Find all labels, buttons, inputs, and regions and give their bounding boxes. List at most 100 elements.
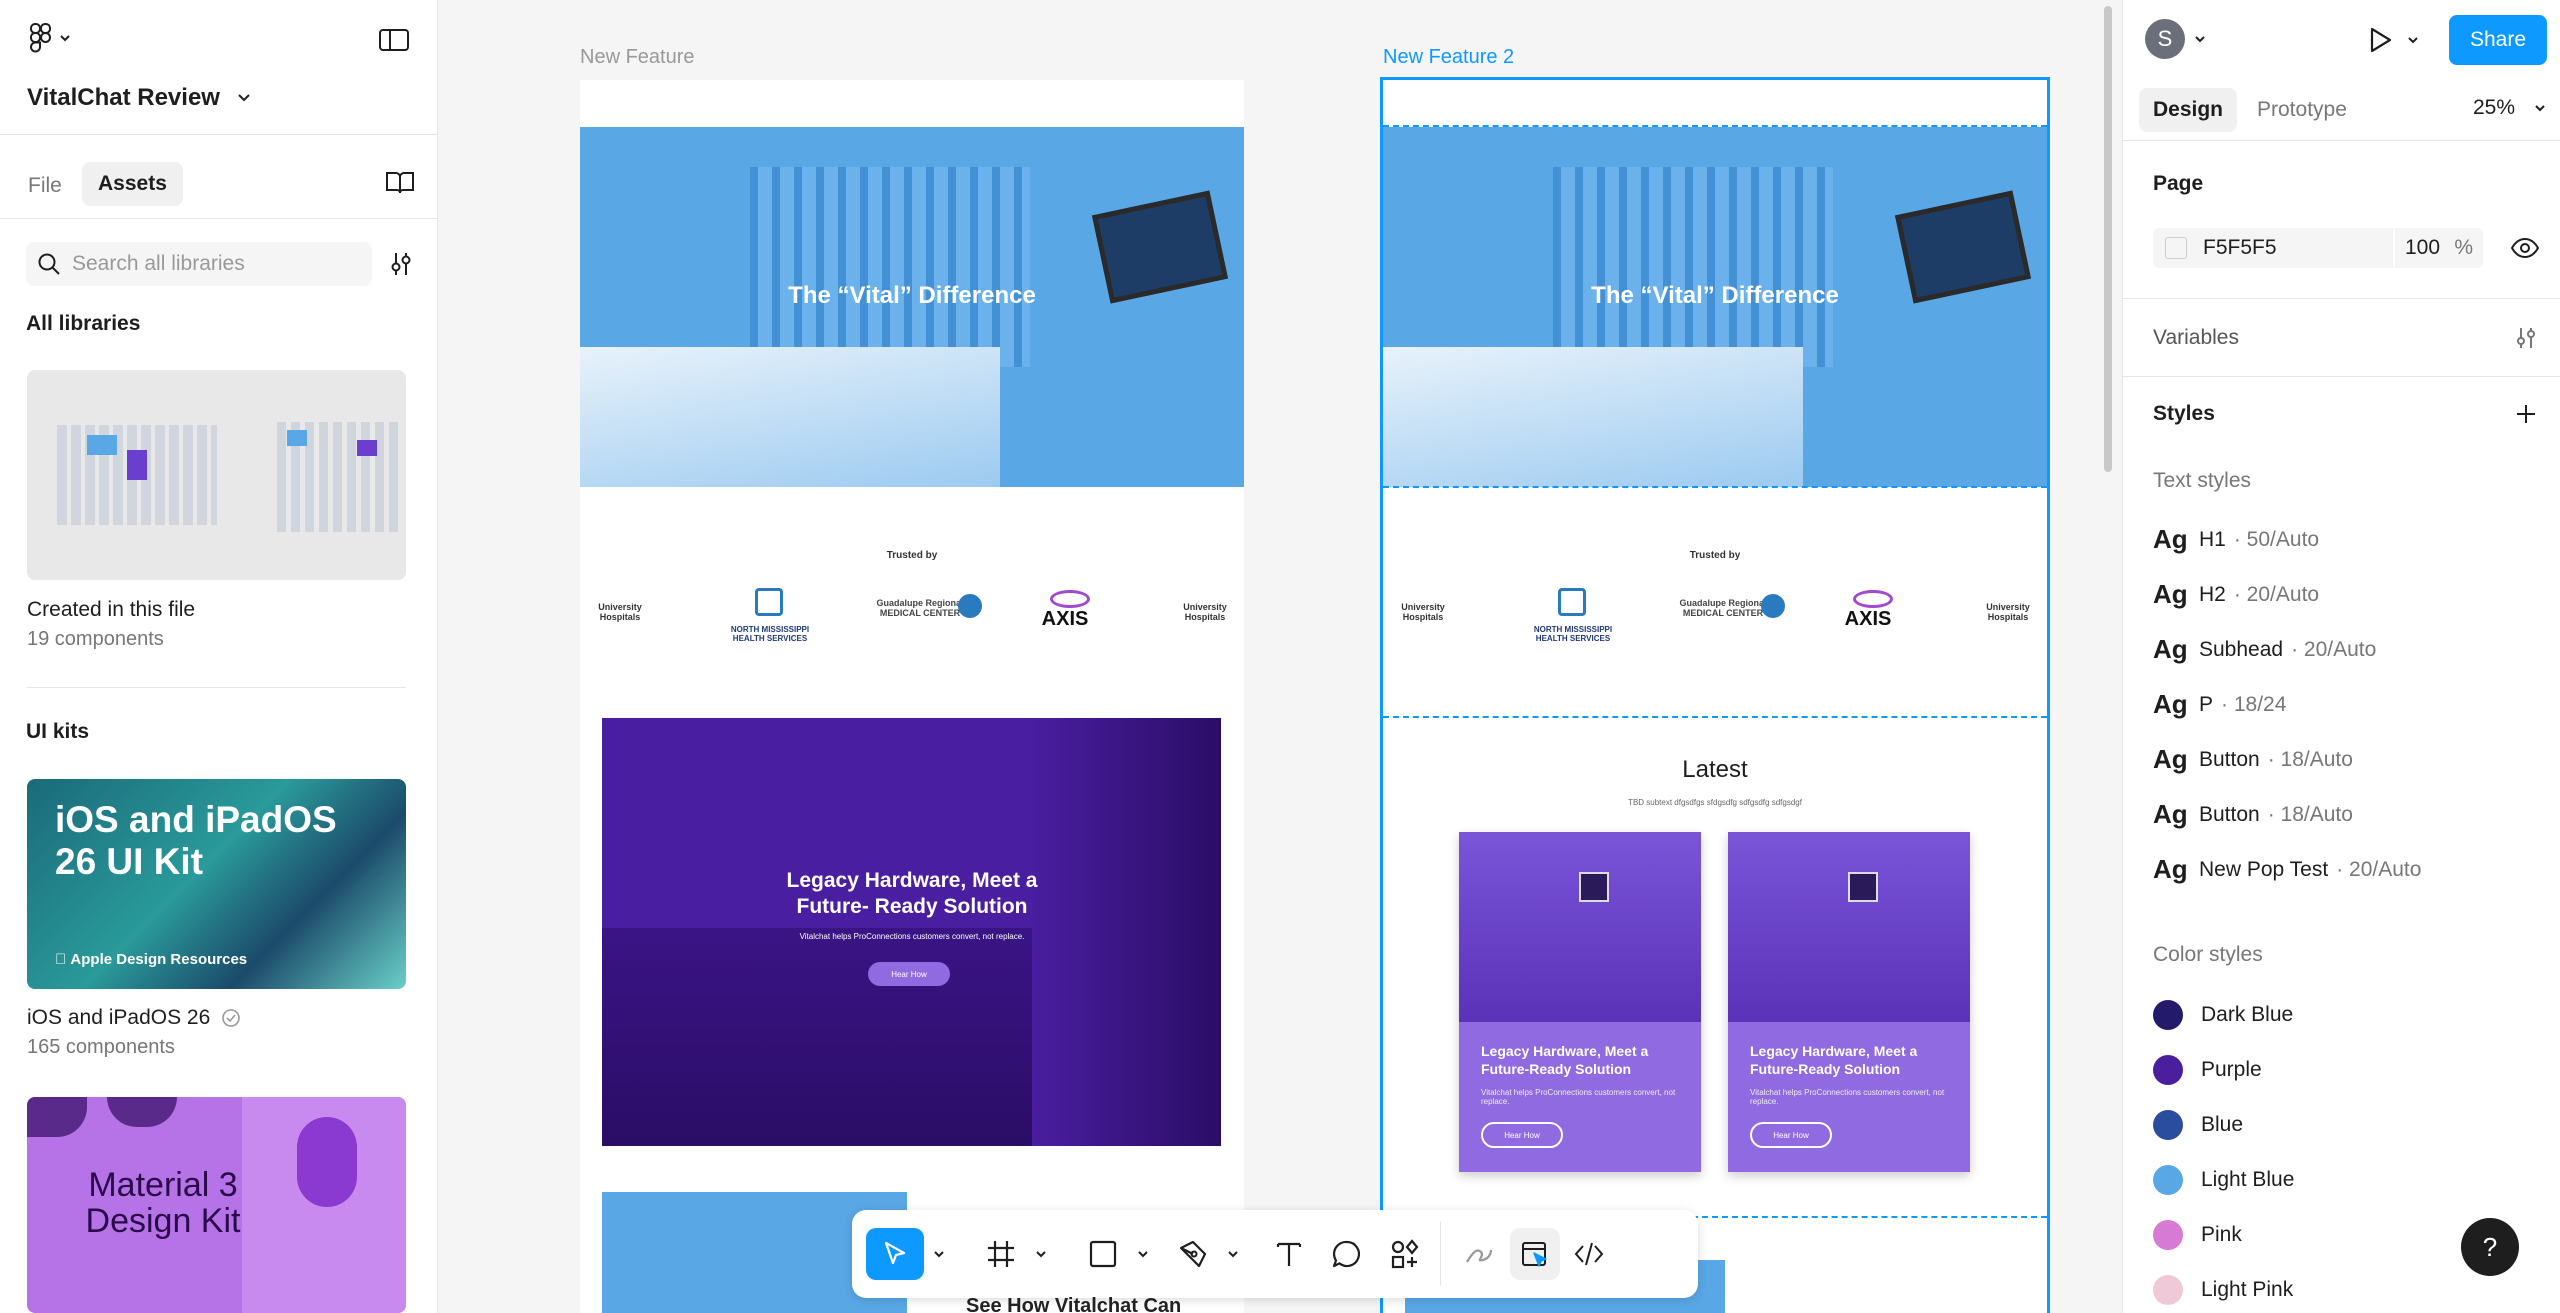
variables-settings-icon[interactable]: [2509, 322, 2543, 354]
color-style-blue[interactable]: Blue: [2153, 1110, 2243, 1140]
text-style-h2[interactable]: Ag H2 · 20/Auto: [2153, 579, 2319, 610]
card-2-title: Legacy Hardware, Meet a Future-Ready Sol…: [1750, 1043, 1918, 1077]
tab-file[interactable]: File: [16, 166, 74, 206]
left-panel: VitalChat Review File Assets Search all …: [0, 0, 438, 1313]
legacy-title: Legacy Hardware, Meet a Future- Ready So…: [786, 869, 1038, 918]
chevron-down-icon: [238, 94, 250, 102]
frame-new-feature-2[interactable]: The “Vital” Difference Trusted by Univer…: [1380, 77, 2050, 1313]
text-style-ag: Ag: [2153, 744, 2188, 774]
tab-prototype[interactable]: Prototype: [2257, 98, 2347, 122]
figma-menu-icon[interactable]: [26, 22, 76, 54]
help-button[interactable]: ?: [2461, 1218, 2519, 1276]
text-styles-heading: Text styles: [2153, 469, 2252, 492]
chevron-down-icon: [2408, 37, 2418, 44]
text-tool-button[interactable]: [1264, 1228, 1314, 1280]
cross-badge-icon: [958, 594, 982, 618]
frame-new-feature[interactable]: The “Vital” Difference Trusted by Univer…: [580, 80, 1244, 1313]
book-icon[interactable]: [382, 166, 418, 198]
add-style-plus-icon[interactable]: [2509, 398, 2543, 430]
legacy-button[interactable]: Hear How: [868, 962, 950, 986]
infinity-icon-2: [1853, 590, 1893, 608]
logo-axis: AXIS: [1041, 608, 1089, 630]
latest-card-1[interactable]: Legacy Hardware, Meet a Future-Ready Sol…: [1459, 832, 1701, 1172]
pen-tool-chevron[interactable]: [1222, 1228, 1244, 1280]
text-style-new-pop-test[interactable]: Ag New Pop Test · 20/Auto: [2153, 854, 2421, 885]
logo-guadalupe: Guadalupe Regional MEDICAL CENTER: [876, 598, 964, 618]
color-style-light-blue[interactable]: Light Blue: [2153, 1165, 2294, 1195]
right-panel: S Share Design Prototype 25% Page F5F5F5…: [2122, 0, 2560, 1313]
text-style-p[interactable]: Ag P · 18/24: [2153, 689, 2286, 720]
logo-university-hospitals-2: University Hospitals: [1183, 602, 1227, 622]
shape-tool-button[interactable]: [1078, 1228, 1128, 1280]
logo-university-hospitals-2-f2: University Hospitals: [1986, 602, 2030, 622]
draw-mode-button[interactable]: [1454, 1228, 1504, 1280]
dev-mode-button[interactable]: [1564, 1228, 1614, 1280]
color-swatch: [2153, 1000, 2183, 1030]
material-kit-thumbnail[interactable]: Material 3 Design Kit: [27, 1097, 406, 1313]
frame-icon: [988, 1241, 1014, 1267]
frame-tool-chevron[interactable]: [1030, 1228, 1052, 1280]
page-opacity-field[interactable]: 100 %: [2395, 228, 2483, 268]
pen-icon: [1179, 1240, 1207, 1268]
text-style-ag: Ag: [2153, 689, 2188, 719]
actions-tool-button[interactable]: [1380, 1228, 1430, 1280]
chevron-down-icon: [2535, 105, 2545, 112]
present-button[interactable]: [2359, 20, 2399, 60]
frame-tool-button[interactable]: [976, 1228, 1026, 1280]
search-input[interactable]: Search all libraries: [26, 242, 372, 286]
color-swatch: [2153, 1275, 2183, 1305]
card-2-button[interactable]: Hear How: [1750, 1122, 1832, 1148]
design-mode-button[interactable]: [1510, 1228, 1560, 1280]
search-placeholder: Search all libraries: [72, 252, 245, 275]
shape-tool-chevron[interactable]: [1132, 1228, 1154, 1280]
vertical-scrollbar[interactable]: [2104, 6, 2112, 472]
frame-2-label[interactable]: New Feature 2: [1383, 46, 1514, 69]
see-how-text: See How Vitalchat Can: [966, 1295, 1182, 1313]
page-color-field[interactable]: F5F5F5: [2153, 228, 2393, 268]
visibility-eye-icon[interactable]: [2507, 232, 2543, 264]
logo-north-mississippi-f2: NORTH MISSISSIPPI HEALTH SERVICES: [1533, 625, 1613, 643]
user-avatar[interactable]: S: [2145, 19, 2207, 59]
text-style-h1[interactable]: Ag H1 · 50/Auto: [2153, 524, 2319, 555]
draw-icon: [1466, 1249, 1493, 1263]
latest-card-2[interactable]: Legacy Hardware, Meet a Future-Ready Sol…: [1728, 832, 1970, 1172]
present-options-chevron[interactable]: [2403, 28, 2423, 52]
infinity-icon: [1050, 590, 1090, 608]
text-style-button-2[interactable]: Ag Button · 18/Auto: [2153, 799, 2353, 830]
tab-assets[interactable]: Assets: [82, 162, 183, 206]
hero-section-2: The “Vital” Difference: [1383, 127, 2047, 487]
text-style-ag: Ag: [2153, 854, 2188, 884]
color-style-light-pink[interactable]: Light Pink: [2153, 1275, 2293, 1305]
created-library-thumbnail[interactable]: [27, 370, 406, 580]
file-name[interactable]: VitalChat Review: [27, 84, 252, 112]
color-style-dark-blue[interactable]: Dark Blue: [2153, 1000, 2293, 1030]
share-button[interactable]: Share: [2449, 15, 2547, 65]
rectangle-icon: [1089, 1240, 1117, 1268]
move-tool-chevron[interactable]: [928, 1228, 950, 1280]
card-1-button[interactable]: Hear How: [1481, 1122, 1563, 1148]
pen-tool-button[interactable]: [1168, 1228, 1218, 1280]
ios-kit-thumbnail[interactable]: iOS and iPadOS 26 UI Kit  Apple Design …: [27, 779, 406, 989]
zoom-control[interactable]: 25%: [2473, 96, 2547, 120]
text-style-subhead[interactable]: Ag Subhead · 20/Auto: [2153, 634, 2376, 665]
card-1-subtitle: Vitalchat helps ProConnections customers…: [1481, 1088, 1676, 1106]
zoom-level: 25%: [2473, 96, 2516, 119]
text-style-button[interactable]: Ag Button · 18/Auto: [2153, 744, 2353, 775]
hero-section: The “Vital” Difference: [580, 127, 1244, 487]
hero-title-2: The “Vital” Difference: [1591, 282, 1839, 309]
logo-guadalupe-f2: Guadalupe Regional MEDICAL CENTER: [1679, 598, 1767, 618]
text-style-ag: Ag: [2153, 579, 2188, 609]
ios-kit-count: 165 components: [27, 1036, 175, 1058]
toggle-sidebar-icon[interactable]: [376, 26, 412, 54]
page-color-swatch[interactable]: [2165, 237, 2187, 259]
comment-tool-button[interactable]: [1322, 1228, 1372, 1280]
variables-heading[interactable]: Variables: [2153, 326, 2239, 350]
filter-icon[interactable]: [384, 248, 418, 280]
color-style-pink[interactable]: Pink: [2153, 1220, 2242, 1250]
canvas[interactable]: New Feature New Feature 2 The “Vital” Di…: [438, 0, 2122, 1313]
pointer-icon: [884, 1241, 906, 1265]
move-tool-button[interactable]: [866, 1228, 924, 1280]
frame-1-label[interactable]: New Feature: [580, 46, 695, 69]
tab-design[interactable]: Design: [2139, 88, 2238, 132]
color-style-purple[interactable]: Purple: [2153, 1055, 2262, 1085]
